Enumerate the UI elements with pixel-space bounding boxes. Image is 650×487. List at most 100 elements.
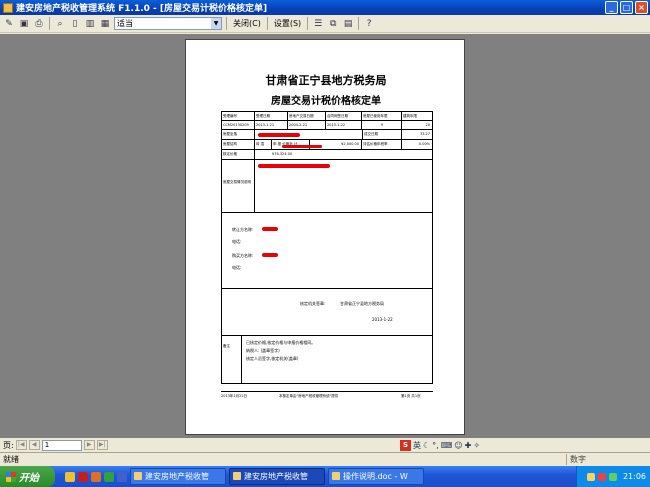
toolbar-separator xyxy=(307,17,309,30)
window-icon[interactable]: ⧉ xyxy=(327,18,339,30)
table-row: 转让方名称: 电话: 购买方名称: 电话: xyxy=(222,213,432,289)
table-cell: 33.27 xyxy=(419,132,430,136)
system-tray: 21:06 xyxy=(576,466,650,487)
toolbar-separator xyxy=(358,17,360,30)
first-page-button[interactable]: |◀ xyxy=(15,440,27,450)
two-page-icon[interactable]: ▥ xyxy=(84,18,96,30)
window-title: 建安房地产税收管理系统 F1.1.0 - [房屋交易计税价格核定单] xyxy=(16,4,268,14)
app-icon[interactable] xyxy=(104,471,114,482)
table-header-cell: 受理日期 xyxy=(255,112,288,120)
format-icon[interactable]: ☰ xyxy=(312,18,324,30)
prev-page-button[interactable]: ◀ xyxy=(28,440,40,450)
close-preview-button[interactable]: 关闭(C) xyxy=(231,17,263,30)
magnifier-icon[interactable]: ⌕ xyxy=(54,18,66,30)
notes-line: 已核定价格,核定价格与申报价格相同。 xyxy=(246,340,316,345)
table-row: 房屋结构 砖 混 申 报 价格折 计 ¥2,000.00 评估价格年税率 0.0… xyxy=(222,140,432,150)
redaction-mark xyxy=(262,227,278,231)
print-icon[interactable]: ⎙ xyxy=(33,18,45,30)
chevron-down-icon[interactable]: ▼ xyxy=(211,18,221,29)
taskbar-item[interactable]: 建安房地产税收管 xyxy=(130,468,226,485)
wrench-icon[interactable]: ✧ xyxy=(473,441,480,450)
table-cell: 20 xyxy=(425,123,430,127)
table-cell: 房屋结构 xyxy=(222,140,255,149)
table-header-cell: 房屋已使用年限 xyxy=(362,112,402,120)
table-header-cell: 建筑年限 xyxy=(403,114,417,118)
tray-icon[interactable] xyxy=(586,472,595,481)
app-icon[interactable] xyxy=(117,471,127,482)
toolbar-separator xyxy=(266,17,268,30)
table-row: 房屋坐落 成交日期 33.27 xyxy=(222,130,432,140)
setup-button[interactable]: 设置(S) xyxy=(272,17,303,30)
seller-label: 转让方名称: xyxy=(232,227,254,232)
table-cell: 房屋坐落 xyxy=(222,130,255,139)
footer-page: 第1页 共1页 xyxy=(401,394,421,398)
qq-icon[interactable] xyxy=(65,471,75,482)
footer-date: 2013年1月22日 xyxy=(221,394,248,398)
taskbar-item[interactable]: 操作说明.doc - W xyxy=(328,468,424,485)
table-cell: 2013-1-22 xyxy=(326,121,362,129)
table-row: 备注 已核定价格,核定价格与申报价格相同。 纳税人: (盖章签字) 核定人员签字… xyxy=(222,336,432,383)
page-number-input[interactable]: 1 xyxy=(41,439,82,451)
table-cell: 核定价格 xyxy=(222,150,255,159)
toolbar: ✎ ▣ ⎙ ⌕ ▯ ▥ ▦ 适当 ▼ 关闭(C) 设置(S) ☰ ⧉ ▤ ? xyxy=(0,15,650,33)
notes-label: 备注 xyxy=(222,336,242,383)
maximize-button[interactable]: □ xyxy=(620,1,633,14)
table-cell: 0.00% xyxy=(418,142,430,146)
table-cell: 房屋交易情况说明 xyxy=(222,160,255,212)
export-icon[interactable]: ✎ xyxy=(3,18,15,30)
document-footer: 2013年1月22日 本核定单由"房地产税收管理系统"提供 第1页 共1页 xyxy=(221,391,433,398)
ime-toolbar: S 英 ☾ °, ⌨ ☺ ✚ ✧ xyxy=(400,439,480,451)
tray-icon[interactable] xyxy=(608,472,617,481)
windows-flag-icon xyxy=(6,471,16,482)
taskbar-item[interactable]: 建安房地产税收管 xyxy=(229,468,325,485)
keyboard-icon[interactable]: ⌨ xyxy=(441,441,453,450)
user-icon[interactable]: ☺ xyxy=(454,441,462,450)
table-header-cell: 房地产交易日期 xyxy=(288,112,326,120)
punctuation-icon[interactable]: °, xyxy=(432,441,439,450)
status-bar: 就绪 数字 xyxy=(0,452,650,466)
help-icon[interactable]: ? xyxy=(363,18,375,30)
tray-icon[interactable] xyxy=(597,472,606,481)
app-icon[interactable] xyxy=(91,471,101,482)
num-lock-indicator: 数字 xyxy=(566,454,606,465)
last-page-button[interactable]: ▶| xyxy=(96,440,108,450)
redaction-mark xyxy=(282,145,322,148)
notes-line: 纳税人: (盖章签字) xyxy=(246,348,280,353)
ime-logo-icon[interactable]: S xyxy=(400,439,411,451)
app-icon xyxy=(3,2,13,13)
new-object-icon[interactable]: ▤ xyxy=(342,18,354,30)
close-button[interactable]: × xyxy=(635,1,648,14)
table-cell: 成交日期 xyxy=(362,130,402,139)
footer-note: 本核定单由"房地产税收管理系统"提供 xyxy=(279,394,339,398)
moon-icon[interactable]: ☾ xyxy=(423,441,430,450)
page-label: 页: xyxy=(3,440,14,450)
buyer-label: 购买方名称: xyxy=(232,253,254,258)
seller-phone-label: 电话: xyxy=(232,239,242,244)
status-text: 就绪 xyxy=(3,455,19,464)
table-cell: 砖 混 xyxy=(255,140,272,149)
minimize-button[interactable]: _ xyxy=(605,1,618,14)
signoff-org: 甘肃省正宁县地方税务局 xyxy=(340,301,384,306)
document-subtitle: 房屋交易计税价格核定单 xyxy=(271,96,381,107)
table-cell: 2013-1-21 xyxy=(255,121,288,129)
preview-workspace: 甘肃省正宁县地方税务局 房屋交易计税价格核定单 受理编号 受理日期 房地产交易日… xyxy=(0,34,650,438)
app-icon[interactable] xyxy=(78,471,88,482)
table-row: 受理编号 受理日期 房地产交易日期 合同网签日期 房屋已使用年限 建筑年限 xyxy=(222,112,432,121)
title-bar: 建安房地产税收管理系统 F1.1.0 - [房屋交易计税价格核定单] _ □ × xyxy=(0,0,650,15)
table-row: 核定机关签章: 甘肃省正宁县地方税务局 2013-1-22 xyxy=(222,289,432,336)
buyer-phone-label: 电话: xyxy=(232,265,242,270)
quick-launch xyxy=(65,471,127,482)
one-page-icon[interactable]: ▯ xyxy=(69,18,81,30)
start-button[interactable]: 开始 xyxy=(0,466,55,487)
document-page: 甘肃省正宁县地方税务局 房屋交易计税价格核定单 受理编号 受理日期 房地产交易日… xyxy=(185,39,465,435)
table-cell: 评估价格年税率 xyxy=(362,140,402,149)
table-header-cell: 受理编号 xyxy=(222,112,255,120)
next-page-button[interactable]: ▶ xyxy=(83,440,95,450)
signoff-date: 2013-1-22 xyxy=(372,317,393,322)
zoom-select[interactable]: 适当 ▼ xyxy=(114,17,222,30)
multi-page-icon[interactable]: ▦ xyxy=(99,18,111,30)
ime-mode[interactable]: 英 xyxy=(413,440,421,451)
save-icon[interactable]: ▣ xyxy=(18,18,30,30)
shirt-icon[interactable]: ✚ xyxy=(465,441,472,450)
clock: 21:06 xyxy=(622,472,646,481)
